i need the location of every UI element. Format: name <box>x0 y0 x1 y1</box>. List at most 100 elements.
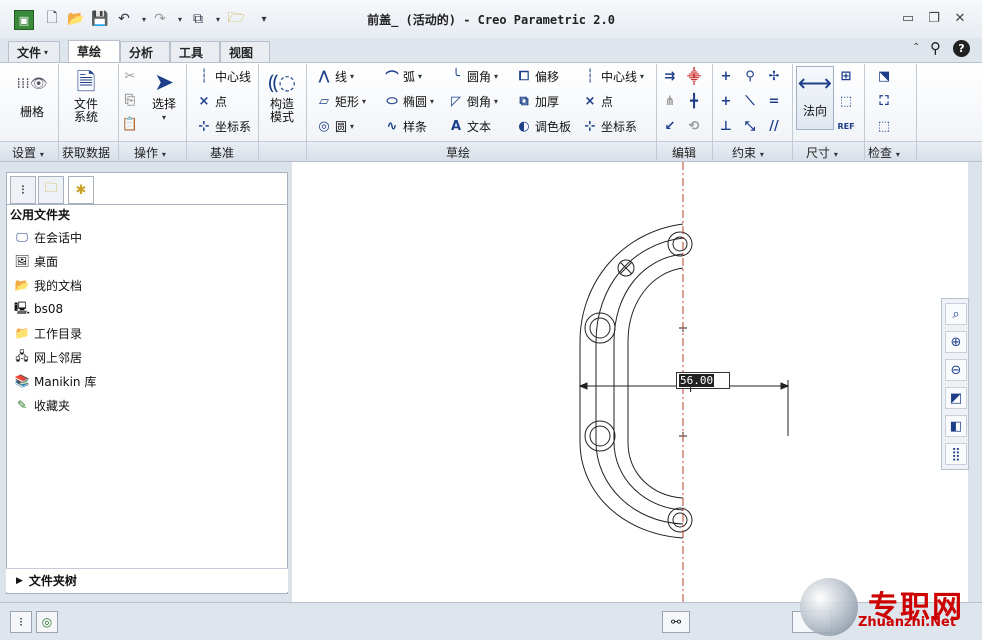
datum-point-button[interactable]: × 点 <box>196 91 227 111</box>
restore-icon[interactable]: ❐ <box>922 8 946 28</box>
spline-button[interactable]: ∿ 样条 <box>384 116 427 136</box>
navigator-toggle-icon[interactable]: ⁝ <box>10 611 32 633</box>
close-icon[interactable]: ✕ <box>948 8 972 28</box>
folder-desktop[interactable]: 🖼 桌面 <box>14 252 58 270</box>
setup-group-text: 设置 <box>12 146 37 160</box>
text-button[interactable]: A 文本 <box>448 116 491 136</box>
offset-button[interactable]: ⧠ 偏移 <box>516 66 559 86</box>
zoom-in-icon[interactable]: ⊕ <box>945 331 967 353</box>
delete-segment-button[interactable]: ⸎ <box>686 66 702 86</box>
arc-label: 弧 <box>403 69 416 84</box>
setup-group-label[interactable]: 设置 ▾ <box>12 144 44 161</box>
shade-closed-loops-button[interactable]: ⬚ <box>876 116 892 136</box>
paste-button[interactable]: 📋 <box>122 114 138 134</box>
parallel-constraint-button[interactable]: // <box>766 116 782 136</box>
copy-button[interactable]: ⎘ <box>122 90 138 110</box>
folder-manikin-library[interactable]: 📚 Manikin 库 <box>14 372 97 390</box>
perpendicular-constraint-button[interactable]: ⊥ <box>718 116 734 136</box>
dimension-arrow <box>780 382 790 390</box>
divide-button[interactable]: ╋ <box>686 91 702 111</box>
dimension-value-input[interactable]: 56.00 <box>676 372 730 389</box>
equal-constraint-button[interactable]: = <box>766 91 782 111</box>
sketch-centerline-button[interactable]: ┆ 中心线 ▾ <box>582 66 644 86</box>
select-button[interactable]: ➤ 选择 ▾ <box>146 66 182 124</box>
tab-tools[interactable]: 工具 <box>170 41 220 62</box>
folder-tree-toggle[interactable]: ▶ 文件夹树 <box>6 568 288 592</box>
highlight-open-ends-button[interactable]: ⛶ <box>876 91 892 111</box>
group-divider <box>186 64 187 160</box>
chamfer-icon: ◸ <box>451 93 461 109</box>
coincident-constraint-button[interactable]: ⟍ <box>742 91 758 111</box>
cut-button[interactable]: ✂ <box>122 66 138 86</box>
zoom-out-icon[interactable]: ⊖ <box>945 359 967 381</box>
sketch-csys-button[interactable]: ⊹ 坐标系 <box>582 116 637 136</box>
chamfer-button[interactable]: ◸ 倒角 ▾ <box>448 91 498 111</box>
midpoint-constraint-button[interactable]: ✢ <box>766 66 782 86</box>
help-icon[interactable]: ? <box>953 40 970 57</box>
sketch-canvas[interactable] <box>292 162 968 602</box>
operations-group-label[interactable]: 操作 ▾ <box>134 144 166 161</box>
refit-icon[interactable]: ⌕ <box>945 303 967 325</box>
vertical-constraint-button[interactable]: + <box>718 66 734 86</box>
overlapping-geometry-icon: ⬔ <box>877 68 891 84</box>
thicken-button[interactable]: ⧉ 加厚 <box>516 91 559 111</box>
folder-in-session[interactable]: 🖵 在会话中 <box>14 228 82 246</box>
folder-my-documents[interactable]: 📂 我的文档 <box>14 276 83 294</box>
rotate-resize-icon: ⟲ <box>688 118 700 134</box>
datum-csys-button[interactable]: ⊹ 坐标系 <box>196 116 251 136</box>
inspect-group-label[interactable]: 检查 ▾ <box>868 144 900 161</box>
horizontal-constraint-button[interactable]: + <box>718 91 734 111</box>
folder-network[interactable]: 🖧 网上邻居 <box>14 348 82 366</box>
ellipse-button[interactable]: ⬭ 椭圆 ▾ <box>384 91 434 111</box>
model-tree-tab-icon[interactable]: ⁝ <box>10 176 36 204</box>
minimize-ribbon-icon[interactable]: ⌃ <box>912 42 920 53</box>
tab-file[interactable]: 文件 ▾ <box>8 41 60 62</box>
normal-dimension-button[interactable]: ⟷ 法向 <box>796 66 834 130</box>
circle-button[interactable]: ◎ 圆 ▾ <box>316 116 354 136</box>
tab-sketch-label: 草绘 <box>77 45 102 59</box>
minimize-icon[interactable]: ▭ <box>896 8 920 28</box>
dimension-group-label[interactable]: 尺寸 ▾ <box>806 144 838 161</box>
search-icon[interactable]: ⚲ <box>930 39 941 57</box>
reference-dimension-button[interactable]: REF <box>837 116 854 136</box>
grid-button[interactable]: ⁞⁞⁞👁 栅格 <box>12 68 52 119</box>
rotate-resize-button[interactable]: ⟲ <box>686 116 702 136</box>
datum-group-label: 基准 <box>210 146 235 160</box>
working-directory-icon: 📁 <box>14 326 30 340</box>
rectangle-button[interactable]: ▱ 矩形 ▾ <box>316 91 366 111</box>
tangent-constraint-button[interactable]: ⚲ <box>742 66 758 86</box>
tab-analysis[interactable]: 分析 <box>120 41 170 62</box>
mirror-button[interactable]: ⋔ <box>662 91 678 111</box>
browser-toggle-icon[interactable]: ◎ <box>36 611 58 633</box>
overlapping-geometry-button[interactable]: ⬔ <box>876 66 892 86</box>
corner-button[interactable]: ↙ <box>662 116 678 136</box>
point-icon: × <box>198 93 210 109</box>
tab-sketch[interactable]: 草绘 <box>68 40 120 62</box>
folder-browser-tab-icon[interactable]: 🗀 <box>38 176 64 204</box>
repaint-icon[interactable]: ◩ <box>945 387 967 409</box>
constrain-group-label[interactable]: 约束 ▾ <box>732 144 764 161</box>
file-system-button[interactable]: 🗎 文件 系统 <box>66 66 106 124</box>
folder-working-directory[interactable]: 📁 工作目录 <box>14 324 83 342</box>
arc-button[interactable]: ⌒ 弧 ▾ <box>384 66 422 86</box>
sketch-display-filters-icon[interactable]: ⣿ <box>945 443 967 465</box>
monitor-icon: 🖵 <box>16 229 28 244</box>
modify-button[interactable]: ⇉ <box>662 66 678 86</box>
file-system-label-2: 系统 <box>73 110 98 124</box>
tab-view[interactable]: 视图 <box>220 41 270 62</box>
construction-mode-button[interactable]: ⸨◌ 构造 模式 <box>264 66 300 124</box>
folder-favorites[interactable]: ✎ 收藏夹 <box>14 396 70 414</box>
palette-button[interactable]: ◐ 调色板 <box>516 116 571 136</box>
favorites-tab-icon[interactable]: ✱ <box>68 176 94 204</box>
symmetric-constraint-button[interactable]: ⤡ <box>742 116 758 136</box>
folder-bs08[interactable]: 🖳 bs08 <box>14 300 63 318</box>
find-icon[interactable]: ⚯ <box>662 611 690 633</box>
fillet-button[interactable]: ╰ 圆角 ▾ <box>448 66 498 86</box>
sketch-point-button[interactable]: × 点 <box>582 91 613 111</box>
perimeter-button[interactable]: ⊞ <box>838 66 854 86</box>
display-style-icon[interactable]: ◧ <box>945 415 967 437</box>
datum-centerline-button[interactable]: ┆ 中心线 <box>196 66 251 86</box>
group-divider <box>306 64 307 160</box>
line-button[interactable]: ⋀ 线 ▾ <box>316 66 355 86</box>
baseline-button[interactable]: ⬚ <box>838 91 854 111</box>
